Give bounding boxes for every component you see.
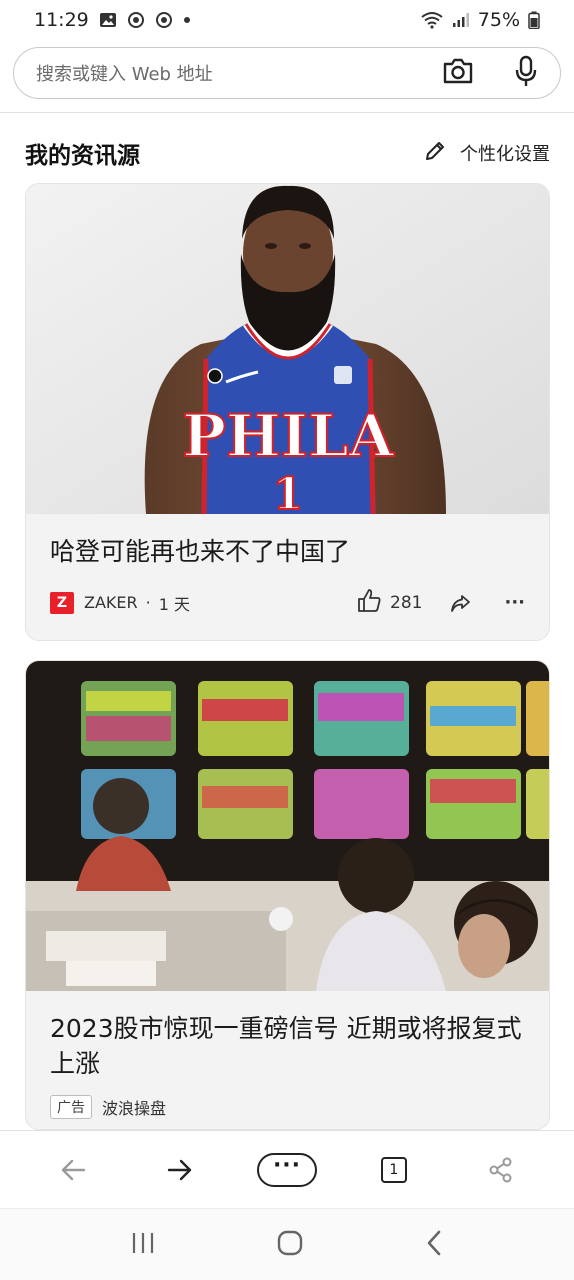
- article-source[interactable]: ZAKER: [84, 593, 138, 612]
- home-icon[interactable]: [276, 1229, 304, 1261]
- system-nav-bar: [0, 1208, 574, 1280]
- jersey-number-text: 1: [273, 469, 304, 514]
- browser-toolbar: ··· 1: [0, 1130, 574, 1208]
- jersey-team-text: PHILA: [182, 402, 394, 470]
- header-divider: [0, 112, 574, 113]
- article-title[interactable]: 哈登可能再也来不了中国了: [26, 514, 549, 569]
- status-bar: 11:29 75%: [0, 0, 574, 40]
- search-bar[interactable]: 搜索或键入 Web 地址: [13, 47, 561, 99]
- thumbs-up-icon: [356, 587, 382, 618]
- sync-notification-icon-2: [155, 11, 173, 29]
- ad-card[interactable]: 2023股市惊现一重磅信号 近期或将报复式上涨 广告 波浪操盘: [25, 660, 550, 1130]
- personalize-button[interactable]: 个性化设置: [424, 140, 550, 167]
- ad-badge: 广告: [50, 1095, 92, 1119]
- like-button[interactable]: 281: [356, 587, 422, 618]
- forward-arrow-icon[interactable]: [150, 1145, 210, 1195]
- ad-title[interactable]: 2023股市惊现一重磅信号 近期或将报复式上涨: [26, 991, 549, 1081]
- system-back-icon[interactable]: [424, 1229, 444, 1261]
- personalize-label: 个性化设置: [460, 144, 550, 165]
- zaker-logo-icon: Z: [50, 591, 74, 614]
- meta-separator: ·: [145, 593, 151, 612]
- tabs-button[interactable]: 1: [364, 1145, 424, 1195]
- menu-dots-icon: ···: [256, 1152, 317, 1187]
- wifi-icon: [420, 11, 444, 29]
- battery-icon: [528, 11, 540, 29]
- pencil-icon: [424, 140, 446, 167]
- share-page-icon[interactable]: [471, 1145, 531, 1195]
- search-input[interactable]: 搜索或键入 Web 地址: [36, 60, 442, 86]
- ad-meta: 广告 波浪操盘: [26, 1095, 549, 1119]
- camera-icon[interactable]: [442, 57, 474, 89]
- gallery-notification-icon: [99, 12, 117, 28]
- microphone-icon[interactable]: [514, 55, 538, 91]
- more-options-button[interactable]: ···: [504, 592, 525, 613]
- back-arrow-icon[interactable]: [43, 1145, 103, 1195]
- tab-count: 1: [380, 1156, 407, 1183]
- article-age: 1 天: [158, 594, 190, 614]
- ad-source[interactable]: 波浪操盘: [102, 1095, 166, 1119]
- feed-header: 我的资讯源 个性化设置: [25, 135, 550, 171]
- menu-button[interactable]: ···: [256, 1145, 317, 1195]
- signal-icon: [452, 12, 470, 28]
- article-card[interactable]: PHILA 1 哈登可能再也来不了中国了 Z ZAKER · 1 天 281 ·…: [25, 183, 550, 641]
- feed-title: 我的资讯源: [25, 143, 140, 169]
- sync-notification-icon: [127, 11, 145, 29]
- article-meta: Z ZAKER · 1 天 281 ···: [26, 587, 549, 618]
- status-time: 11:29: [34, 9, 89, 31]
- article-image: PHILA 1: [26, 184, 549, 514]
- ad-image: [26, 661, 549, 991]
- battery-percent: 75%: [477, 9, 520, 31]
- recent-apps-icon[interactable]: [130, 1231, 156, 1259]
- share-icon[interactable]: [448, 591, 472, 615]
- more-notifications-dot-icon: [183, 16, 191, 24]
- like-count: 281: [390, 592, 423, 613]
